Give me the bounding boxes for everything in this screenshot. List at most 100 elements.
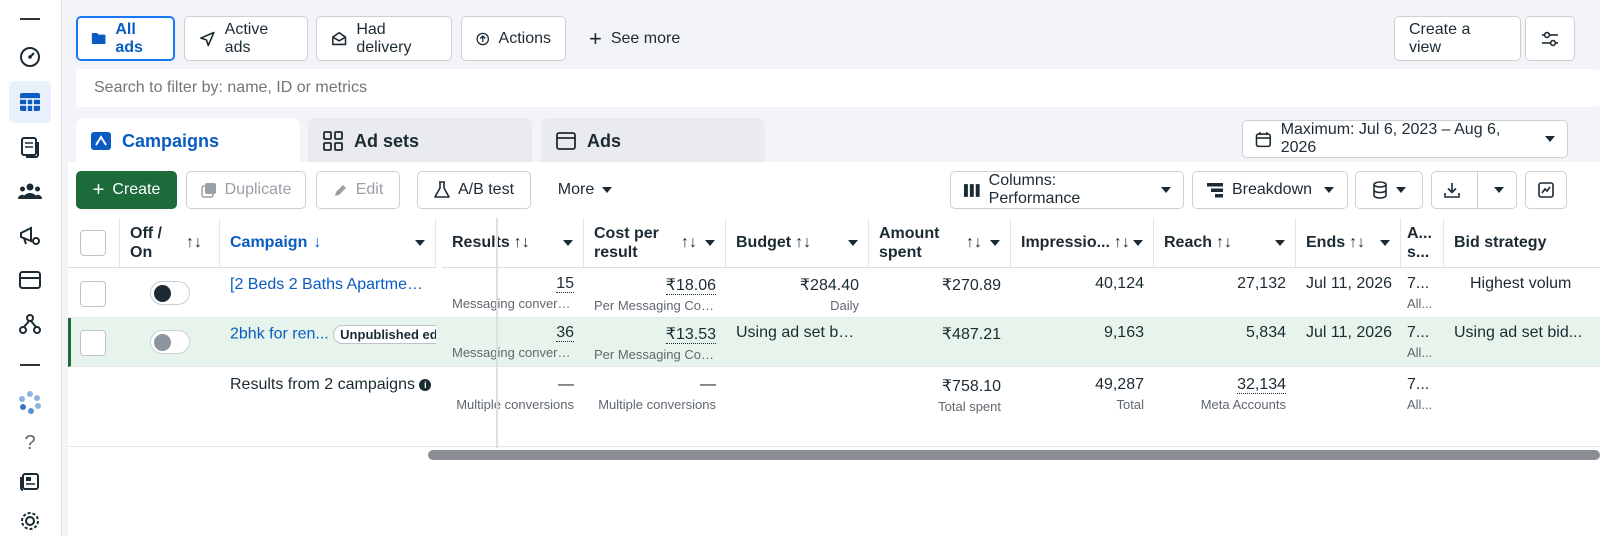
date-range-picker[interactable]: Maximum: Jul 6, 2023 – Aug 6, 2026 [1242, 120, 1568, 158]
columns-icon [963, 183, 980, 197]
toggle-knob [154, 334, 171, 351]
header-results[interactable]: Results ↑↓ [442, 218, 584, 268]
filter-all-ads-label: All ads [115, 20, 143, 56]
charts-button[interactable] [1525, 171, 1567, 209]
header-amount-spent[interactable]: Amount spent ↑↓ [869, 218, 1011, 268]
budget-value: Using ad set bu... [736, 324, 861, 341]
filter-active-ads-button[interactable]: Active ads [184, 16, 308, 61]
columns-button[interactable]: Columns: Performance [950, 171, 1184, 209]
nav-events-button[interactable] [9, 303, 51, 345]
export-button[interactable] [1431, 171, 1517, 209]
campaigns-panel: + Create Duplicate Edit A/B test More Co… [68, 162, 1600, 536]
summary-results-cell: — Multiple conversions [442, 367, 584, 427]
results-value: 15 [556, 275, 574, 293]
chevron-down-icon [1161, 187, 1171, 193]
summary-spent-cell: ₹758.10 Total spent [869, 367, 1011, 427]
results-value: 36 [556, 324, 574, 342]
campaign-name-link[interactable]: [2 Beds 2 Baths Apartmen... [220, 269, 436, 318]
breakdown-button[interactable]: Breakdown [1192, 171, 1348, 209]
budget-value: ₹284.40 [799, 277, 859, 294]
sort-icon: ↑↓ [1113, 233, 1130, 251]
chevron-down-icon [1396, 187, 1406, 193]
chevron-down-icon [705, 239, 715, 246]
download-icon [1444, 183, 1460, 198]
plus-icon: + [589, 25, 602, 51]
reports-button[interactable] [1355, 171, 1423, 209]
cost-cell: ₹13.53 Per Messaging Con... [584, 318, 726, 367]
bid-value: Highest volum [1470, 275, 1572, 292]
summary-results-sub: Multiple conversions [456, 397, 574, 412]
cost-value: ₹13.53 [665, 326, 716, 344]
summary-impressions-cell: 49,287 Total [1011, 367, 1154, 427]
gear-icon [21, 512, 39, 530]
results-cell: 36 Messaging convers... [442, 318, 584, 367]
folder-icon [91, 32, 106, 45]
search-input[interactable] [76, 69, 1600, 107]
filter-had-delivery-button[interactable]: Had delivery [316, 16, 452, 61]
spent-value: ₹270.89 [941, 277, 1001, 294]
duplicate-button[interactable]: Duplicate [186, 171, 306, 209]
arrow-up-circle-icon [476, 32, 490, 45]
header-budget-label: Budget [736, 233, 792, 251]
attribution-cell: 7... All... [1401, 318, 1444, 367]
header-attribution[interactable]: A... s... [1401, 218, 1444, 268]
summary-attribution-cell: 7... All... [1401, 367, 1444, 427]
nav-pages-button[interactable] [9, 126, 51, 168]
nav-news-button[interactable] [9, 461, 51, 503]
calendar-icon [1255, 131, 1272, 147]
nav-campaign-settings-button[interactable] [9, 215, 51, 257]
header-ends[interactable]: Ends ↑↓ [1296, 218, 1401, 268]
menu-divider [20, 18, 40, 20]
impressions-value: 9,163 [1103, 324, 1144, 341]
view-settings-button[interactable] [1525, 16, 1575, 61]
nav-audiences-button[interactable] [9, 170, 51, 212]
row-checkbox[interactable] [80, 281, 106, 307]
more-button[interactable]: More [540, 171, 630, 209]
table-row[interactable]: 2bhk for ren... Unpublished ed 36 Messag… [68, 318, 1600, 367]
table-icon [20, 93, 40, 111]
info-icon[interactable]: i [419, 378, 432, 391]
campaigns-table: Off / On ↑↓ Campaign ↓ Results ↑↓ Cost p… [68, 218, 1600, 448]
nav-loading-button[interactable] [9, 382, 51, 424]
filter-actions-button[interactable]: Actions [461, 16, 566, 61]
header-bid-strategy[interactable]: Bid strategy [1444, 218, 1600, 268]
see-more-button[interactable]: + See more [574, 16, 714, 61]
filter-all-ads-button[interactable]: All ads [76, 16, 175, 61]
edit-button[interactable]: Edit [316, 171, 400, 209]
campaign-toggle[interactable] [150, 330, 190, 354]
header-reach-label: Reach [1164, 233, 1213, 251]
select-all-checkbox[interactable] [80, 230, 106, 256]
nav-overview-button[interactable] [9, 36, 51, 78]
ends-value: Jul 11, 2026 [1306, 324, 1392, 341]
header-impressions[interactable]: Impressio... ↑↓ [1011, 218, 1154, 268]
row-checkbox[interactable] [80, 330, 106, 356]
tab-ads[interactable]: Ads [541, 118, 765, 164]
header-ends-label: Ends [1306, 233, 1346, 251]
campaign-toggle[interactable] [150, 281, 190, 305]
header-impressions-label: Impressio... [1021, 233, 1110, 251]
tab-campaigns[interactable]: Campaigns [76, 118, 300, 164]
header-off-on[interactable]: Off / On ↑↓ [120, 218, 220, 268]
nav-ads-manager-button[interactable] [9, 81, 51, 123]
horizontal-scrollbar[interactable] [428, 449, 1600, 461]
header-campaign-label: Campaign [230, 233, 308, 251]
create-view-button[interactable]: Create a view [1394, 16, 1521, 61]
results-cell: 15 Messaging convers... [442, 269, 584, 318]
budget-sub: Daily [830, 298, 859, 313]
duplicate-icon [200, 183, 216, 198]
scrollbar-thumb[interactable] [428, 450, 1600, 460]
header-campaign[interactable]: Campaign ↓ [220, 218, 436, 268]
campaign-name-link[interactable]: 2bhk for ren... [230, 326, 329, 343]
header-cost-per-result[interactable]: Cost per result ↑↓ [584, 218, 726, 268]
nav-help-button[interactable]: ? [9, 422, 51, 464]
ab-test-button[interactable]: A/B test [417, 171, 531, 209]
document-stack-icon [21, 137, 39, 158]
header-reach[interactable]: Reach ↑↓ [1154, 218, 1296, 268]
tab-ad-sets[interactable]: Ad sets [308, 118, 532, 164]
attribution-value: 7... [1407, 275, 1430, 292]
chevron-down-icon [415, 239, 425, 246]
header-budget[interactable]: Budget ↑↓ [726, 218, 869, 268]
create-button[interactable]: + Create [76, 171, 177, 209]
nav-billing-button[interactable] [9, 259, 51, 301]
table-row[interactable]: [2 Beds 2 Baths Apartmen... 15 Messaging… [68, 269, 1600, 318]
